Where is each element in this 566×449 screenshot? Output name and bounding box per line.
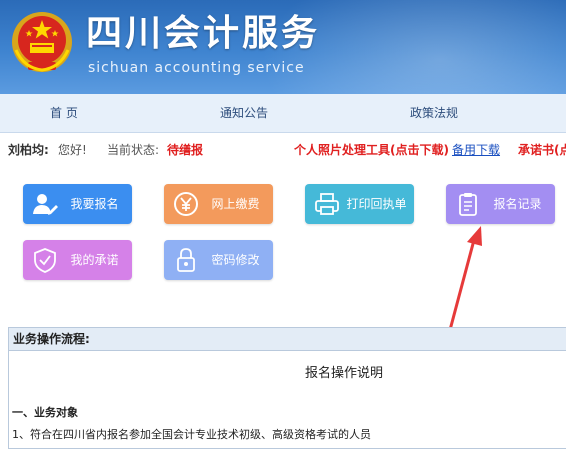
national-emblem-icon bbox=[12, 12, 72, 72]
shield-check-icon bbox=[34, 248, 56, 273]
top-nav: 首 页 通知公告 政策法规 bbox=[0, 94, 566, 133]
nav-policies[interactable]: 政策法规 bbox=[410, 94, 458, 132]
nav-home[interactable]: 首 页 bbox=[50, 94, 78, 132]
my-promise-label: 我的承诺 bbox=[70, 253, 119, 267]
my-promise-button[interactable]: 我的承诺 bbox=[23, 240, 132, 280]
print-receipt-label: 打印回执单 bbox=[346, 197, 407, 211]
change-password-label: 密码修改 bbox=[211, 253, 260, 267]
clipboard-icon bbox=[459, 193, 477, 216]
greeting: 您好! bbox=[58, 143, 87, 157]
yen-coin-icon bbox=[174, 192, 198, 216]
state-value: 待缮报 bbox=[167, 143, 204, 157]
online-payment-button[interactable]: 网上缴费 bbox=[164, 184, 273, 224]
register-button[interactable]: 我要报名 bbox=[23, 184, 132, 224]
print-receipt-button[interactable]: 打印回执单 bbox=[305, 184, 414, 224]
user-status-bar: 刘柏均: 您好! 当前状态: 待缮报 个人照片处理工具(点击下载) 备用下载 承… bbox=[0, 133, 566, 167]
doc-title: 报名操作说明 bbox=[305, 366, 384, 381]
backup-download-link[interactable]: 备用下载 bbox=[452, 133, 500, 167]
header-banner: 四川会计服务 sichuan accounting service bbox=[0, 0, 566, 94]
person-edit-icon bbox=[33, 194, 58, 215]
online-payment-label: 网上缴费 bbox=[211, 197, 260, 211]
user-name: 刘柏均: bbox=[8, 143, 49, 157]
nav-notices[interactable]: 通知公告 bbox=[220, 94, 268, 132]
state-label: 当前状态: bbox=[107, 143, 160, 157]
change-password-button[interactable]: 密码修改 bbox=[164, 240, 273, 280]
registration-record-label: 报名记录 bbox=[493, 197, 542, 211]
register-label: 我要报名 bbox=[70, 197, 119, 211]
lock-icon bbox=[177, 248, 195, 272]
doc-line: 1、符合在四川省内报名参加全国会计专业技术初级、高级资格考试的人员 bbox=[12, 428, 371, 441]
site-subtitle: sichuan accounting service bbox=[88, 60, 305, 76]
promise-download-link[interactable]: 承诺书(点 bbox=[518, 133, 566, 167]
registration-record-button[interactable]: 报名记录 bbox=[446, 184, 555, 224]
printer-icon bbox=[315, 193, 339, 215]
process-panel-header: 业务操作流程: bbox=[9, 328, 566, 351]
process-heading: 业务操作流程: bbox=[13, 332, 90, 346]
site-title: 四川会计服务 bbox=[86, 13, 321, 54]
doc-section-heading: 一、业务对象 bbox=[12, 406, 78, 419]
photo-tool-download-link[interactable]: 个人照片处理工具(点击下载) bbox=[294, 133, 449, 167]
